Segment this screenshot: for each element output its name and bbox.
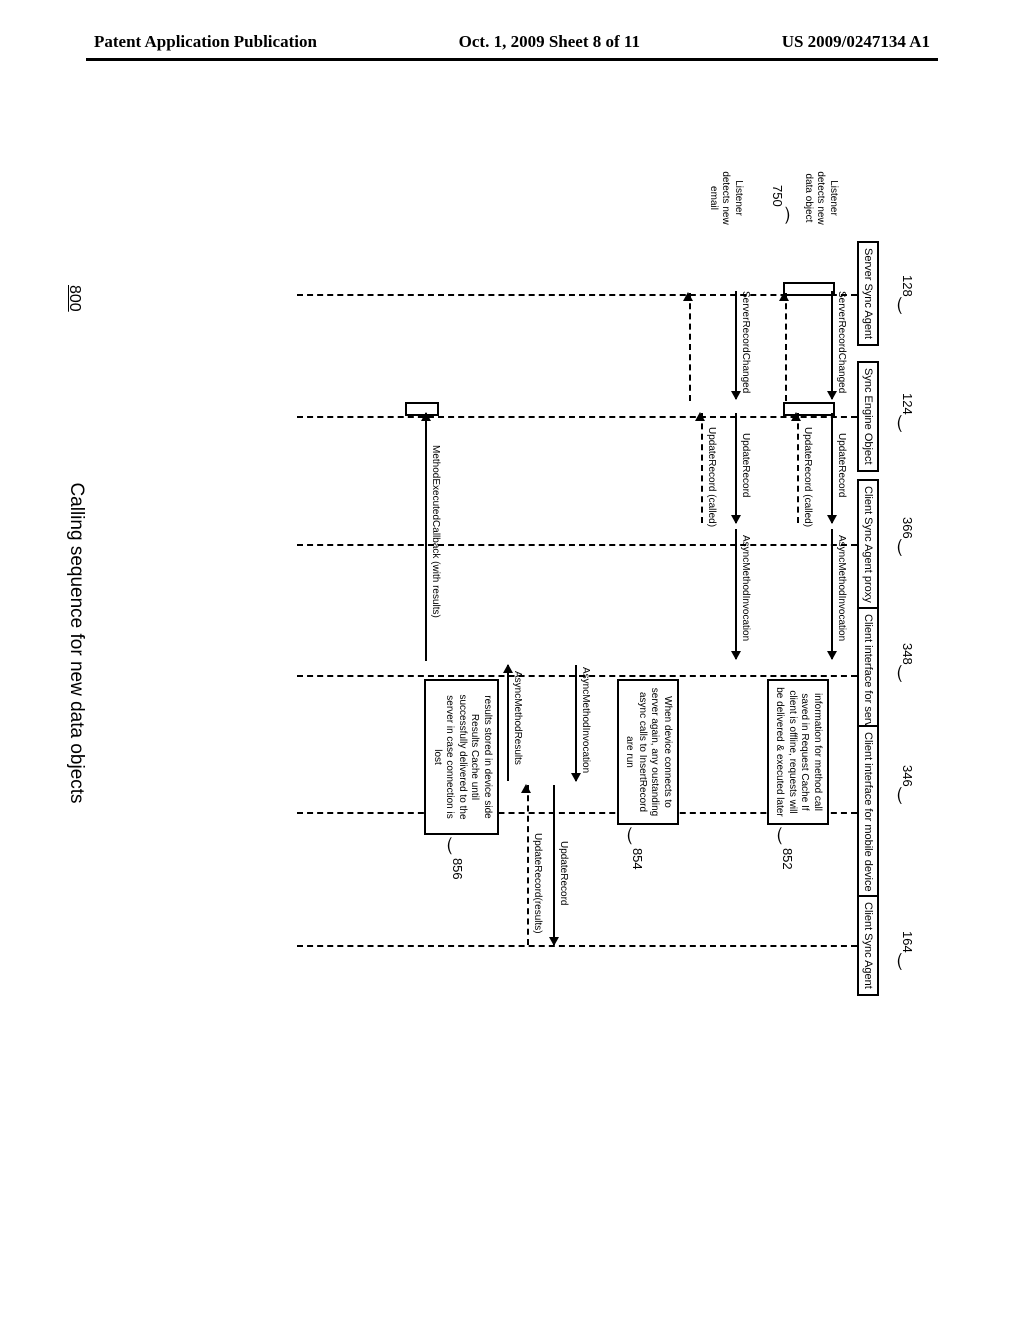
ref-348: 348⏝ [898, 643, 919, 682]
msg-label-11: UpdateRecord(results) [532, 833, 543, 934]
msg-arrow-6 [735, 413, 737, 523]
page-header: Patent Application Publication Oct. 1, 2… [0, 32, 1024, 52]
note-856: results stored in device side Results Ca… [425, 679, 500, 835]
msg-arrow-4 [795, 413, 799, 523]
msg-arrow-8b [687, 293, 691, 401]
msg-label-13: MethodExecutedCallback (with results) [430, 445, 441, 618]
lifeline-client-interface-mobile: Client interface for mobile device [857, 725, 879, 899]
msg-arrow-12 [507, 665, 509, 781]
msg-label-10: UpdateRecord [558, 841, 569, 905]
note-listener-2: Listener detects new email [707, 163, 745, 233]
msg-label-6: UpdateRecord [740, 433, 751, 497]
msg-label-12: AsyncMethodResults [512, 671, 523, 765]
ref-854: ⏝ 854 [628, 827, 649, 870]
msg-arrow-5 [735, 291, 737, 399]
msg-label-3: AsyncMethodInvocation [836, 535, 847, 641]
header-rule [86, 58, 938, 61]
lifeline-client-sync-agent: Client Sync Agent [857, 895, 879, 996]
ref-852: ⏝ 852 [778, 827, 799, 870]
msg-label-src-1: ServerRecordChanged [836, 291, 847, 393]
patent-page: Patent Application Publication Oct. 1, 2… [0, 0, 1024, 1320]
ref-750: 750⏜ [768, 185, 789, 224]
msg-arrow-8 [699, 413, 703, 523]
msg-arrow-10 [553, 785, 555, 945]
msg-label-2: UpdateRecord [836, 433, 847, 497]
lifeline-server-sync-agent: Server Sync Agent [857, 241, 879, 346]
msg-arrow-1 [831, 291, 833, 399]
ref-128: 128⏝ [898, 275, 919, 314]
msg-label-5: ServerRecordChanged [740, 291, 751, 393]
msg-label-4: UpdateRecord (called) [802, 427, 813, 527]
ref-124: 124⏝ [898, 393, 919, 432]
header-left: Patent Application Publication [94, 32, 317, 52]
sequence-diagram: 128⏝ 124⏝ 366⏝ 348⏝ 346⏝ 164⏝ Server Syn… [73, 285, 939, 1001]
msg-arrow-11 [525, 785, 529, 945]
msg-arrow-4b [783, 293, 787, 401]
ref-856: ⏝ 856 [448, 837, 469, 880]
msg-label-8: UpdateRecord (called) [706, 427, 717, 527]
diagram-title: Calling sequence for new data objects [65, 285, 87, 1001]
note-852: information for method call saved in Req… [767, 679, 829, 825]
msg-arrow-2 [831, 413, 833, 523]
ref-366: 366⏝ [898, 517, 919, 556]
msg-arrow-3 [831, 529, 833, 659]
note-listener-1: Listener detects new data object [802, 163, 840, 233]
msg-label-7: AsyncMethodInvocation [740, 535, 751, 641]
lifeline-client-interface-server: Client interface for server [857, 607, 879, 744]
msg-arrow-7 [735, 529, 737, 659]
header-right: US 2009/0247134 A1 [782, 32, 930, 52]
lifeline-client-sync-agent-proxy: Client Sync Agent proxy [857, 479, 879, 610]
activation-ssa-1 [783, 282, 835, 296]
msg-arrow-13 [425, 413, 427, 661]
note-854: When device connects to server again, an… [617, 679, 679, 825]
lifeline-sync-engine-object: Sync Engine Object [857, 361, 879, 472]
msg-arrow-9 [575, 665, 577, 781]
header-center: Oct. 1, 2009 Sheet 8 of 11 [459, 32, 640, 52]
ref-164: 164⏝ [898, 931, 919, 970]
msg-label-9: AsyncMethodInvocation [580, 667, 591, 773]
ref-346: 346⏝ [898, 765, 919, 804]
